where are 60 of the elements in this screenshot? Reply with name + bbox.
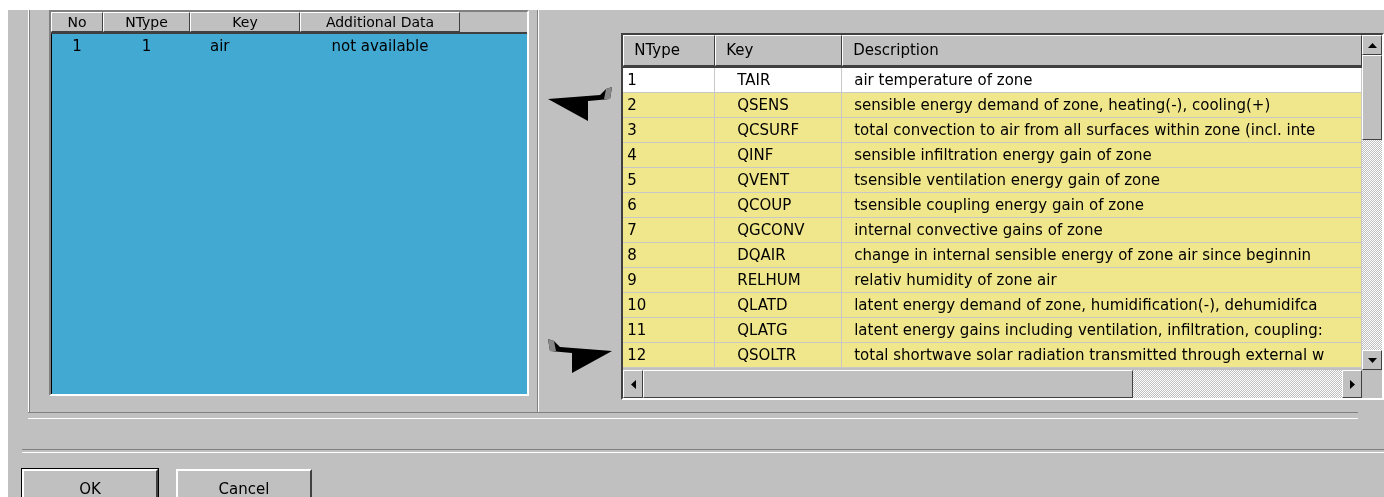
table-cell-text: not available <box>330 36 430 57</box>
table-cell: 1 <box>623 68 716 92</box>
column-header[interactable]: No <box>51 12 103 32</box>
table-cell: 2 <box>623 93 716 117</box>
vertical-scrollbar[interactable] <box>1362 35 1382 370</box>
scroll-thumb[interactable] <box>1362 55 1382 140</box>
table-cell: 12 <box>623 343 716 367</box>
right-arrow-icon[interactable] <box>547 337 612 375</box>
table-cell: QCSURF <box>715 118 843 142</box>
table-cell: QLATG <box>715 318 843 342</box>
table-cell: 10 <box>623 293 716 317</box>
table-cell-text: 1 <box>71 36 83 57</box>
table-cell: 8 <box>623 243 716 267</box>
column-header[interactable]: NType <box>623 35 716 66</box>
table-cell: QSOLTR <box>715 343 843 367</box>
scroll-left-icon[interactable] <box>623 370 644 398</box>
scroll-up-icon[interactable] <box>1362 35 1382 55</box>
scroll-down-icon[interactable] <box>1362 350 1382 370</box>
table-cell: QGCONV <box>715 218 843 242</box>
table-row[interactable]: 11 QLATG latent energy gains including ventilation, infiltration, coupling: <box>623 318 1362 343</box>
table-row[interactable]: 3 QCSURF total convection to air from all surfaces within zone (incl. inte <box>623 118 1362 143</box>
table-row[interactable]: 9 RELHUM relativ humidity of zone air <box>623 268 1362 293</box>
cancel-button[interactable]: Cancel <box>176 469 312 497</box>
table-cell: 9 <box>623 268 716 292</box>
table-row[interactable]: 6 QCOUP tsensible coupling energy gain of zone <box>623 193 1362 218</box>
horizontal-scrollbar[interactable] <box>623 370 1382 398</box>
table-cell: QINF <box>715 143 843 167</box>
table-cell-text: 1 <box>140 36 153 57</box>
table-cell-text: air <box>209 36 231 57</box>
ok-button[interactable]: OK <box>22 469 158 497</box>
left-arrow-icon[interactable] <box>547 85 612 123</box>
table-row[interactable]: 12 QSOLTR total shortwave solar radiation transmitted through external w <box>623 343 1362 368</box>
column-header[interactable]: Additional Data <box>300 12 460 32</box>
table-row[interactable]: 8 DQAIR change in internal sensible energy of zone air since beginnin <box>623 243 1362 268</box>
table-cell: DQAIR <box>715 243 843 267</box>
table-cell: QSENS <box>715 93 843 117</box>
table-cell: QCOUP <box>715 193 843 217</box>
variable-list[interactable]: No NType Key Additional Data 1 1 air not available <box>49 10 529 396</box>
column-header[interactable]: Key <box>715 35 843 66</box>
table-cell: QLATD <box>715 293 843 317</box>
table-cell: 6 <box>623 193 716 217</box>
scroll-thumb[interactable] <box>643 370 1134 398</box>
table-row[interactable]: 7 QGCONV internal convective gains of zone <box>623 218 1362 243</box>
table-cell: QVENT <box>715 168 843 192</box>
table-row[interactable]: 5 QVENT tsensible ventilation energy gain of zone <box>623 168 1362 193</box>
table-row[interactable]: 1 TAIR air temperature of zone <box>623 68 1362 93</box>
table-cell: 11 <box>623 318 716 342</box>
table-cell: 3 <box>623 118 716 142</box>
column-header[interactable]: Description <box>842 35 1362 66</box>
table-cell: 5 <box>623 168 716 192</box>
scroll-right-icon[interactable] <box>1342 370 1362 398</box>
table-row[interactable]: 10 QLATD latent energy demand of zone, humidification(-), dehumidifca <box>623 293 1362 318</box>
table-cell: RELHUM <box>715 268 843 292</box>
table-cell: TAIR <box>715 68 843 92</box>
table-row[interactable]: 2 QSENS sensible energy demand of zone, heating(-), cooling(+) <box>623 93 1362 118</box>
table-row[interactable]: 4 QINF sensible infiltration energy gain of zone <box>623 143 1362 168</box>
table-cell: 4 <box>623 143 716 167</box>
column-header[interactable]: Key <box>190 12 300 32</box>
column-header[interactable]: NType <box>103 12 190 32</box>
table-cell: 7 <box>623 218 716 242</box>
